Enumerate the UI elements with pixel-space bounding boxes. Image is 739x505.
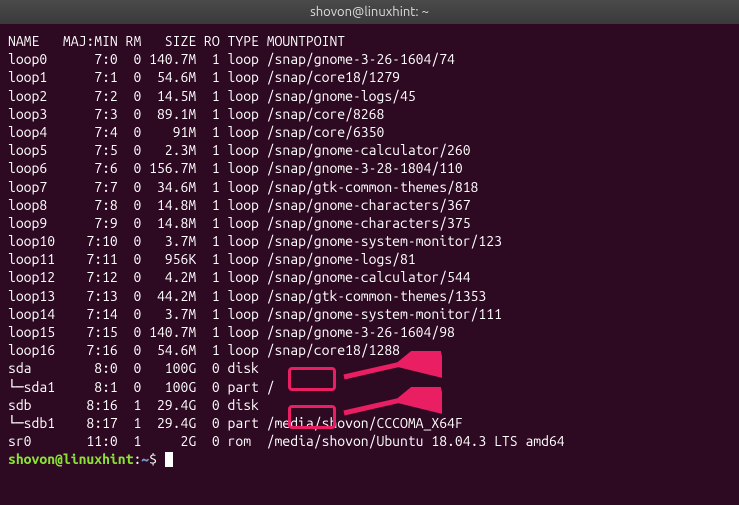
table-row: loop8 7:8 0 14.8M 1 loop /snap/gnome-cha… [8, 196, 731, 214]
table-row: loop0 7:0 0 140.7M 1 loop /snap/gnome-3-… [8, 50, 731, 68]
table-row: loop16 7:16 0 54.6M 1 loop /snap/core18/… [8, 341, 731, 359]
table-row: loop9 7:9 0 14.8M 1 loop /snap/gnome-cha… [8, 214, 731, 232]
table-row: loop3 7:3 0 89.1M 1 loop /snap/core/8268 [8, 105, 731, 123]
table-row: sr0 11:0 1 2G 0 rom /media/shovon/Ubuntu… [8, 432, 731, 450]
terminal-area[interactable]: NAME MAJ:MIN RM SIZE RO TYPE MOUNTPOINT … [0, 24, 739, 477]
table-row: loop10 7:10 0 3.7M 1 loop /snap/gnome-sy… [8, 232, 731, 250]
table-row: loop12 7:12 0 4.2M 1 loop /snap/gnome-ca… [8, 268, 731, 286]
table-row: └─sdb1 8:17 1 29.4G 0 part /media/shovon… [8, 414, 731, 432]
table-row: └─sda1 8:1 0 100G 0 part / [8, 378, 731, 396]
prompt-path: ~ [141, 451, 149, 467]
table-row: loop5 7:5 0 2.3M 1 loop /snap/gnome-calc… [8, 141, 731, 159]
table-row: loop1 7:1 0 54.6M 1 loop /snap/core18/12… [8, 68, 731, 86]
table-row: loop2 7:2 0 14.5M 1 loop /snap/gnome-log… [8, 87, 731, 105]
table-row: loop7 7:7 0 34.6M 1 loop /snap/gtk-commo… [8, 178, 731, 196]
table-row: loop13 7:13 0 44.2M 1 loop /snap/gtk-com… [8, 287, 731, 305]
table-header: NAME MAJ:MIN RM SIZE RO TYPE MOUNTPOINT [8, 32, 731, 50]
cursor [165, 452, 173, 467]
table-row: loop6 7:6 0 156.7M 1 loop /snap/gnome-3-… [8, 159, 731, 177]
window-titlebar: shovon@linuxhint: ~ [0, 0, 739, 24]
table-row: loop4 7:4 0 91M 1 loop /snap/core/6350 [8, 123, 731, 141]
table-row: sda 8:0 0 100G 0 disk [8, 359, 731, 377]
table-row: loop14 7:14 0 3.7M 1 loop /snap/gnome-sy… [8, 305, 731, 323]
prompt-host: linuxhint [63, 451, 134, 467]
prompt-user: shovon [8, 451, 55, 467]
table-row: loop11 7:11 0 956K 1 loop /snap/gnome-lo… [8, 250, 731, 268]
table-row: sdb 8:16 1 29.4G 0 disk [8, 396, 731, 414]
prompt-line[interactable]: shovon@linuxhint:~$ [8, 450, 731, 468]
table-row: loop15 7:15 0 140.7M 1 loop /snap/gnome-… [8, 323, 731, 341]
